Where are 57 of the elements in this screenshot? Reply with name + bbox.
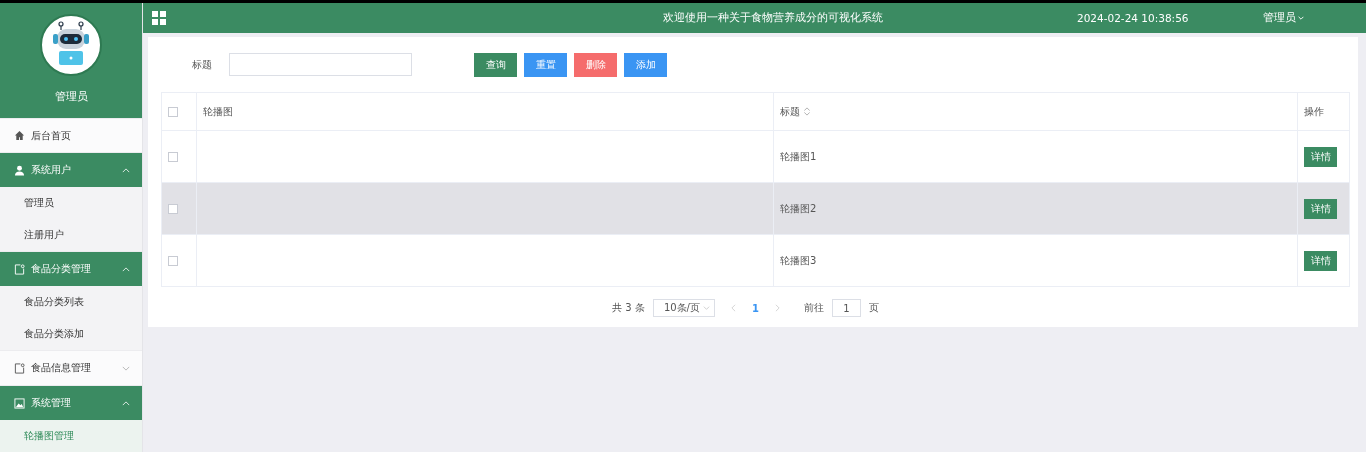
table-cell: 轮播图2 <box>780 201 817 216</box>
column-header: 操作 <box>1304 104 1324 119</box>
details-button[interactable]: 详情 <box>1304 250 1337 271</box>
table-row[interactable]: 轮播图3 详情 <box>162 235 1350 287</box>
user-name: 管理员 <box>54 89 88 104</box>
select-all-checkbox[interactable] <box>168 106 178 117</box>
document-icon <box>14 263 25 275</box>
page-number[interactable]: 1 <box>751 302 759 314</box>
grid-menu-icon[interactable] <box>152 11 166 25</box>
chevron-up-icon <box>122 400 130 406</box>
details-button[interactable]: 详情 <box>1304 146 1337 167</box>
table-row[interactable]: 轮播图2 详情 <box>162 183 1350 235</box>
menu-item[interactable]: 系统用户 <box>0 152 142 188</box>
table-row[interactable]: 轮播图1 详情 <box>162 131 1350 183</box>
user-menu[interactable]: 管理员 <box>1262 11 1304 25</box>
chevron-down-icon[interactable] <box>702 306 710 310</box>
column-header[interactable]: 标题 <box>780 104 800 119</box>
action-button[interactable]: 查询 <box>474 52 517 77</box>
home-icon <box>14 130 25 142</box>
chevron-down-icon <box>122 365 130 371</box>
menu-item[interactable]: 后台首页 <box>0 117 142 153</box>
submenu-item[interactable]: 食品分类添加 <box>0 318 142 351</box>
table-cell: 轮播图3 <box>780 253 817 268</box>
menu-item[interactable]: 食品信息管理 <box>0 350 142 386</box>
column-header: 轮播图 <box>203 104 233 119</box>
table-cell: 轮播图1 <box>780 149 817 164</box>
row-checkbox[interactable] <box>168 255 178 266</box>
page-suffix: 页 <box>868 301 879 315</box>
action-button[interactable]: 删除 <box>574 52 617 77</box>
chevron-up-icon <box>122 167 130 173</box>
sort-icon[interactable] <box>804 107 810 116</box>
menu-item[interactable]: 系统管理 <box>0 385 142 420</box>
title-input[interactable] <box>229 53 412 76</box>
next-page-icon[interactable] <box>774 304 780 312</box>
image-icon <box>14 397 25 409</box>
document-icon <box>14 362 25 374</box>
row-checkbox[interactable] <box>168 151 178 162</box>
submenu-item[interactable]: 管理员 <box>0 187 142 220</box>
row-checkbox[interactable] <box>168 203 178 214</box>
goto-page-input[interactable]: 1 <box>831 299 861 317</box>
user-icon <box>14 164 25 176</box>
chevron-up-icon <box>122 266 130 272</box>
total-count: 共 3 条 <box>612 301 645 315</box>
menu-item[interactable]: 食品分类管理 <box>0 251 142 287</box>
page-size-select[interactable]: 10条/页 <box>652 299 715 317</box>
date-time: 2024-02-24 10:38:56 <box>1077 12 1189 24</box>
submenu-item[interactable]: 轮播图管理 <box>0 419 142 452</box>
robot-avatar-icon <box>39 13 103 77</box>
header-title: 欢迎使用一种关于食物营养成分的可视化系统 <box>663 11 884 25</box>
title-label: 标题 <box>192 57 213 72</box>
goto-label: 前往 <box>803 301 824 315</box>
previous-page-icon[interactable] <box>730 304 736 312</box>
details-button[interactable]: 详情 <box>1304 198 1337 219</box>
action-button[interactable]: 重置 <box>524 52 567 77</box>
action-button[interactable]: 添加 <box>624 52 667 77</box>
submenu-item[interactable]: 注册用户 <box>0 219 142 252</box>
submenu-item[interactable]: 食品分类列表 <box>0 286 142 319</box>
